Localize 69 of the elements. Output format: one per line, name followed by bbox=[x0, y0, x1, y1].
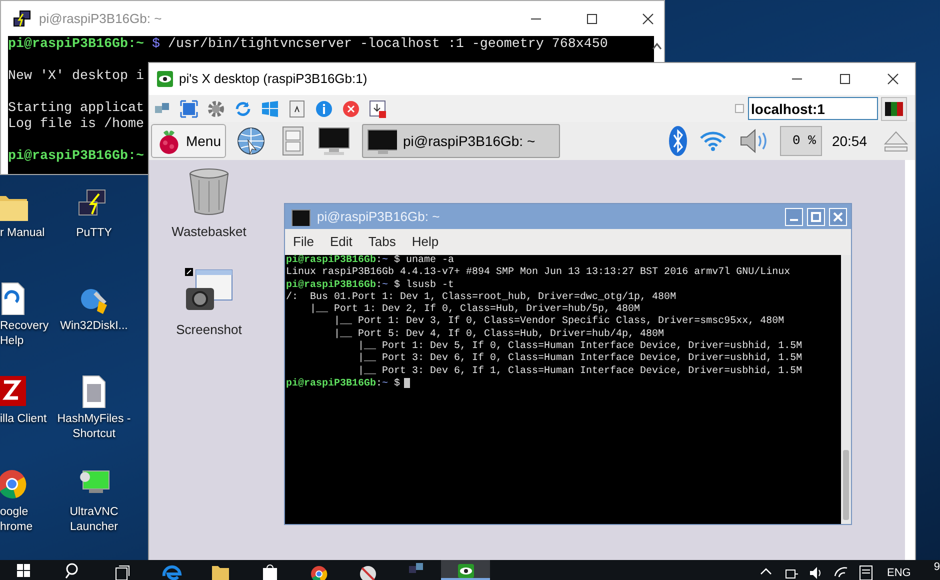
terminal-line: |__ Port 1: Dev 5, If 0, Class=Human Interface Device, Driver=usbhid, 1.5M bbox=[357, 341, 802, 352]
trash-icon[interactable] bbox=[186, 168, 231, 216]
terminal-line: pi@raspiP3B16Gb:~ $ bbox=[286, 378, 410, 390]
window-title: pi@raspiP3B16Gb: ~ bbox=[317, 208, 440, 226]
windows-icon[interactable] bbox=[261, 100, 279, 118]
window-title: pi's X desktop (raspiP3B16Gb:1) bbox=[179, 70, 368, 88]
terminal-line: |__ Port 3: Dev 6, If 0, Class=Human Interface Device, Driver=usbhid, 1.5M bbox=[357, 353, 802, 366]
flag-button[interactable] bbox=[881, 96, 907, 120]
checkbox[interactable] bbox=[735, 104, 744, 113]
icon-label[interactable]: Wastebasket bbox=[172, 222, 246, 242]
menu-item[interactable]: Tabs bbox=[362, 232, 402, 252]
monitor-icon bbox=[291, 208, 311, 226]
terminal-line: |__ Port 1: Dev 2, If 0, Class=Hub, Driver=hub/5p, 480M bbox=[309, 304, 640, 316]
info-icon[interactable] bbox=[315, 100, 333, 118]
monitor-icon[interactable] bbox=[318, 126, 350, 156]
close-button[interactable] bbox=[829, 208, 847, 226]
eye-icon bbox=[157, 71, 173, 87]
taskbar-app[interactable] bbox=[441, 560, 490, 580]
computers-icon bbox=[13, 10, 31, 28]
terminal-line: |__ Port 5: Dev 4, If 0, Class=Hub, Driver=hub/4p, 480M bbox=[333, 328, 664, 340]
icon-label[interactable]: UltraVNC Launcher bbox=[56, 505, 132, 535]
clock[interactable]: 9 bbox=[934, 560, 940, 574]
close-icon[interactable] bbox=[887, 73, 899, 85]
monitor-icon bbox=[367, 128, 397, 154]
icon-label[interactable]: Recovery Help bbox=[0, 319, 52, 349]
terminal-line: /: Bus 01.Port 1: Dev 1, Class=root_hub, Driver=dwc_otg/1p, 480M bbox=[286, 292, 676, 304]
icon-label[interactable]: HashMyFiles - Shortcut bbox=[56, 412, 132, 442]
scrollbar-thumb[interactable] bbox=[843, 450, 849, 520]
cabinet-icon[interactable] bbox=[280, 126, 306, 156]
icon-label[interactable]: Win32DiskI... bbox=[56, 319, 132, 334]
terminal-line: pi@raspiP3B16Gb:~ $ lsusb -t bbox=[286, 280, 454, 292]
settings-icon[interactable] bbox=[207, 100, 225, 118]
terminal-line: |__ Port 1: Dev 3, If 0, Class=Vendor Specific Class, Driver=smsc95xx, 480M bbox=[333, 316, 784, 328]
flag-icon bbox=[885, 102, 903, 116]
terminal-line: Log file is /home bbox=[8, 117, 144, 133]
terminal-line: pi@raspiP3B16Gb:~ $ uname -a bbox=[286, 255, 454, 266]
host-field[interactable]: localhost:1 bbox=[748, 97, 878, 120]
terminal-line: New 'X' desktop i bbox=[8, 69, 144, 85]
icon-label[interactable]: r Manual bbox=[0, 226, 52, 241]
close-icon[interactable] bbox=[642, 12, 654, 24]
menu-item[interactable]: Edit bbox=[324, 232, 358, 252]
terminal-line: pi@raspiP3B16Gb:~ bbox=[8, 149, 144, 165]
minimize-button[interactable] bbox=[785, 208, 803, 226]
terminal-line: pi@raspiP3B16Gb:~ $ /usr/bin/tightvncserver -localhost :1 -geometry 768x450 bbox=[8, 37, 608, 53]
taskbar-button[interactable]: pi@raspiP3B16Gb: ~ bbox=[362, 124, 560, 158]
menu-item[interactable]: File bbox=[287, 232, 320, 252]
fullscreen-icon[interactable] bbox=[180, 100, 198, 118]
scroll-up-icon[interactable] bbox=[652, 42, 662, 50]
refresh-icon[interactable] bbox=[234, 100, 252, 118]
bluetooth-icon[interactable] bbox=[668, 125, 688, 157]
window-title: pi@raspiP3B16Gb: ~ bbox=[39, 10, 162, 28]
terminal-line: Starting applicat bbox=[8, 101, 144, 117]
icon-label[interactable]: oogle hrome bbox=[0, 505, 52, 535]
icon-label[interactable]: Screenshot bbox=[176, 320, 242, 340]
icon-label[interactable]: PuTTY bbox=[56, 226, 132, 241]
maximize-icon[interactable] bbox=[839, 73, 851, 85]
menu-button[interactable]: Menu bbox=[151, 124, 226, 158]
menu-item[interactable]: Help bbox=[406, 232, 445, 252]
icon-label[interactable]: illa Client bbox=[0, 412, 52, 427]
maximize-icon[interactable] bbox=[586, 12, 598, 24]
language-indicator[interactable]: ENG bbox=[887, 566, 911, 580]
maximize-button[interactable] bbox=[807, 208, 825, 226]
clock: 20:54 bbox=[832, 132, 867, 150]
terminal-line: Linux raspiP3B16Gb 4.4.13-v7+ #894 SMP Mon Jun 13 13:13:27 BST 2016 armv7l GNU/Linux bbox=[286, 267, 790, 280]
text-icon[interactable] bbox=[288, 100, 306, 118]
stop-icon[interactable] bbox=[342, 100, 360, 118]
terminal-line: |__ Port 3: Dev 6, If 1, Class=Human Interface Device, Driver=usbhid, 1.5M bbox=[357, 366, 802, 378]
window-download-icon[interactable] bbox=[369, 100, 387, 118]
cpu-monitor: 0 % bbox=[780, 126, 822, 156]
